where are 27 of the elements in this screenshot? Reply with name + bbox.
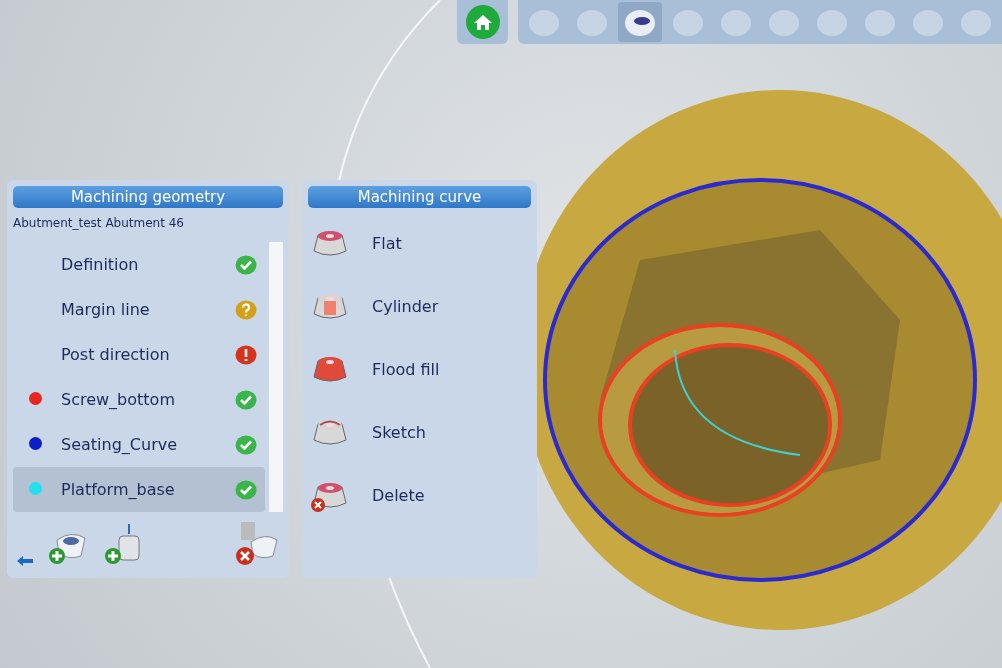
tool-button[interactable] (618, 2, 662, 42)
geometry-item[interactable]: Platform_base (13, 467, 265, 512)
scrollbar[interactable] (269, 242, 283, 512)
item-label: Post direction (61, 345, 171, 364)
item-label: Margin line (61, 300, 151, 319)
item-label: Screw_bottom (61, 390, 176, 409)
curve-option[interactable]: Flood fill (308, 338, 531, 401)
geometry-item[interactable]: Screw_bottom (13, 377, 265, 422)
curve-option[interactable]: Cylinder (308, 275, 531, 338)
geometry-item[interactable]: Margin line (13, 287, 265, 332)
delete-button[interactable] (233, 520, 279, 566)
curve-option[interactable]: Delete (308, 464, 531, 527)
arrow-icon (17, 556, 33, 566)
item-label: Seating_Curve (61, 435, 179, 454)
item-label: Platform_base (61, 480, 176, 499)
curve-option[interactable]: Flat (308, 212, 531, 275)
geometry-item[interactable]: Seating_Curve (13, 422, 265, 467)
part-name: Abutment_test Abutment 46 (13, 216, 185, 230)
back-button[interactable] (17, 556, 33, 566)
curve-option[interactable]: Sketch (308, 401, 531, 464)
geometry-item[interactable]: Definition (13, 242, 265, 287)
panel-title: Machining geometry (13, 186, 283, 208)
item-label: Definition (61, 255, 140, 274)
geometry-item[interactable]: Post direction (13, 332, 265, 377)
home-button[interactable] (457, 0, 508, 44)
delete-tooth-icon (233, 520, 279, 566)
panel-title: Machining curve (308, 186, 531, 208)
